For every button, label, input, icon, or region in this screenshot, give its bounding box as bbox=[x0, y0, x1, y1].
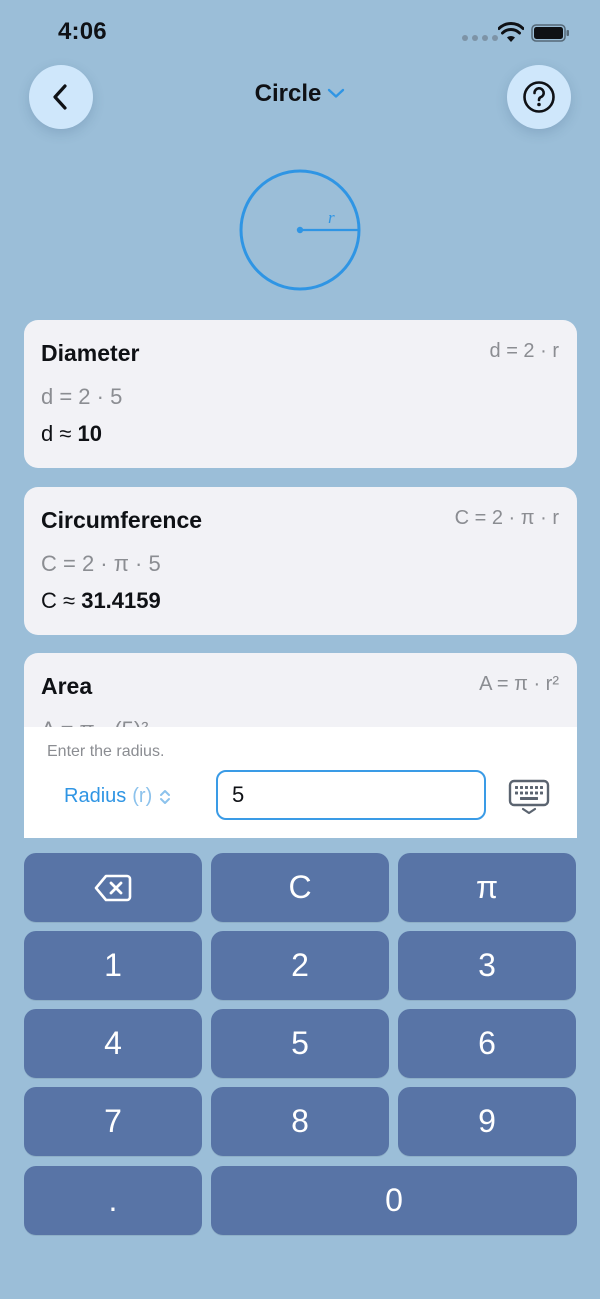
circumference-card: Circumference C = 2 · π · r C = 2 · π · … bbox=[24, 487, 577, 635]
card-substitution: C = 2 · π · 5 bbox=[41, 551, 161, 576]
card-title: Diameter bbox=[41, 340, 140, 366]
parameter-selector[interactable]: Radius (r) bbox=[64, 785, 172, 808]
card-substitution: d = 2 · 5 bbox=[41, 384, 123, 409]
result-prefix: C ≈ bbox=[41, 588, 76, 613]
key-2[interactable]: 2 bbox=[211, 931, 389, 1000]
card-title: Circumference bbox=[41, 507, 203, 533]
input-hint: Enter the radius. bbox=[47, 743, 165, 760]
keyboard-icon[interactable] bbox=[508, 779, 550, 815]
status-bar: 4:06 bbox=[0, 0, 600, 60]
key-9[interactable]: 9 bbox=[398, 1087, 576, 1156]
wifi-icon bbox=[498, 22, 524, 42]
chevron-down-icon bbox=[328, 88, 345, 98]
result-value: 31.4159 bbox=[81, 588, 161, 613]
chevron-up-down-icon bbox=[160, 789, 171, 804]
status-time: 4:06 bbox=[58, 18, 107, 45]
page-title: Circle bbox=[254, 80, 322, 107]
radius-input[interactable] bbox=[216, 770, 486, 820]
cellular-dots-icon bbox=[462, 35, 498, 41]
card-title: Area bbox=[41, 673, 93, 699]
card-result: d ≈ 10 bbox=[41, 421, 102, 447]
card-formula: d = 2 · r bbox=[489, 340, 559, 362]
card-result: C ≈ 31.4159 bbox=[41, 588, 161, 614]
help-button[interactable] bbox=[507, 65, 571, 129]
key-7[interactable]: 7 bbox=[24, 1087, 202, 1156]
key-3[interactable]: 3 bbox=[398, 931, 576, 1000]
pi-key[interactable]: π bbox=[398, 853, 576, 922]
key-8[interactable]: 8 bbox=[211, 1087, 389, 1156]
clear-key[interactable]: C bbox=[211, 853, 389, 922]
result-value: 10 bbox=[77, 421, 103, 446]
question-circle-icon bbox=[523, 81, 555, 113]
card-formula: C = 2 · π · r bbox=[454, 507, 559, 529]
parameter-symbol: (r) bbox=[132, 785, 153, 807]
card-formula: A = π · r² bbox=[479, 673, 559, 695]
backspace-key[interactable] bbox=[24, 853, 202, 922]
result-prefix: d ≈ bbox=[41, 421, 72, 446]
radius-label: r bbox=[328, 208, 335, 227]
key-1[interactable]: 1 bbox=[24, 931, 202, 1000]
decimal-key[interactable]: . bbox=[24, 1166, 202, 1235]
battery-icon bbox=[531, 24, 569, 42]
key-6[interactable]: 6 bbox=[398, 1009, 576, 1078]
key-5[interactable]: 5 bbox=[211, 1009, 389, 1078]
circle-illustration: r bbox=[239, 169, 361, 291]
parameter-label: Radius bbox=[64, 785, 127, 807]
backspace-icon bbox=[94, 874, 132, 901]
key-4[interactable]: 4 bbox=[24, 1009, 202, 1078]
key-0[interactable]: 0 bbox=[211, 1166, 577, 1235]
input-panel: Enter the radius. Radius (r) bbox=[24, 727, 577, 838]
diameter-card: Diameter d = 2 · r d = 2 · 5 d ≈ 10 bbox=[24, 320, 577, 468]
